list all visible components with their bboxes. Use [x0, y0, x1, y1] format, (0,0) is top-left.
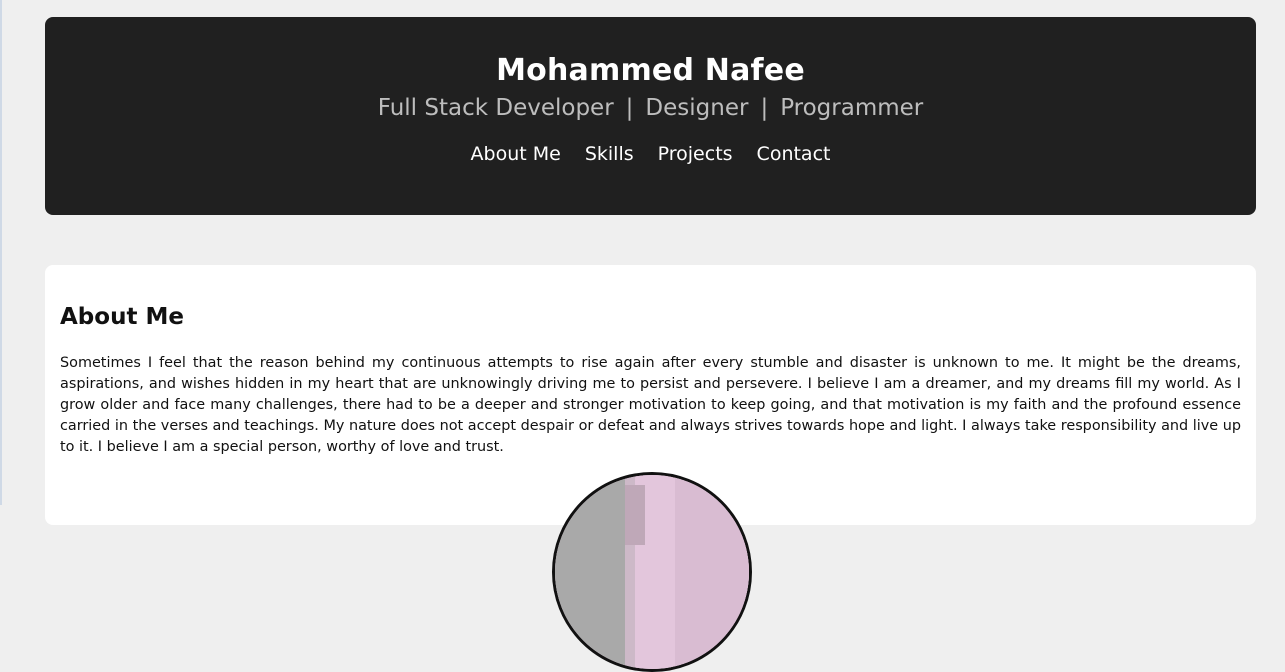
nav-link-skills[interactable]: Skills — [585, 140, 634, 168]
main-nav: About Me Skills Projects Contact — [45, 140, 1256, 168]
about-text: Sometimes I feel that the reason behind … — [60, 355, 1241, 455]
page-left-edge — [0, 0, 2, 505]
role-full-stack: Full Stack Developer — [377, 95, 614, 121]
nav-link-contact[interactable]: Contact — [757, 140, 831, 168]
tagline: Full Stack Developer | Designer | Programmer — [45, 91, 1256, 125]
site-title: Mohammed Nafee — [496, 53, 805, 88]
nav-link-about-me[interactable]: About Me — [471, 140, 561, 168]
section-title: About Me — [60, 304, 184, 330]
role-programmer: Programmer — [780, 95, 924, 121]
role-designer: Designer — [645, 95, 749, 121]
tagline-separator: | — [625, 95, 634, 121]
tagline-separator: | — [760, 95, 769, 121]
profile-photo — [552, 472, 752, 672]
about-section: About Me Sometimes I feel that the reaso… — [45, 265, 1256, 672]
nav-link-projects[interactable]: Projects — [658, 140, 733, 168]
site-header: Mohammed Nafee Full Stack Developer | Desi… — [45, 17, 1256, 215]
